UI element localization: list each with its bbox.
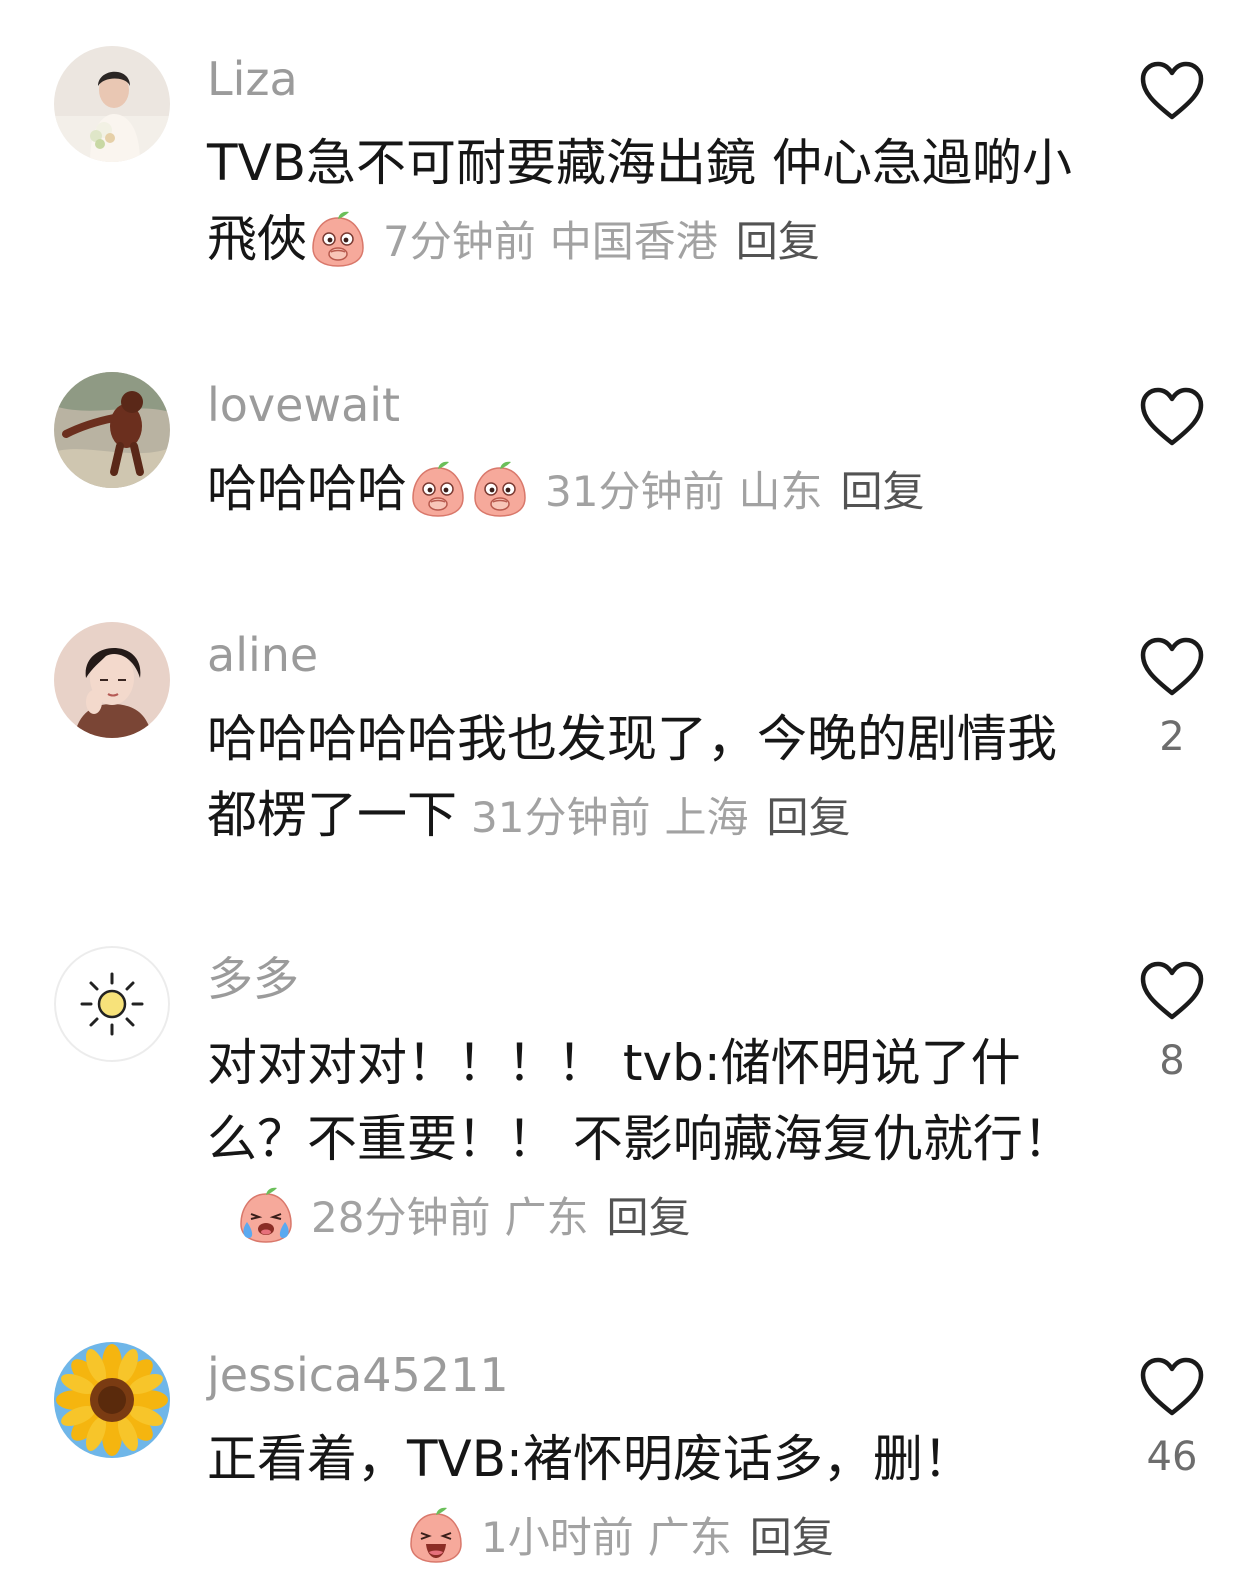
- peach-shocked-emoji: [309, 208, 367, 268]
- heart-outline-icon: [1139, 636, 1205, 698]
- illustrated-man-avatar[interactable]: [54, 622, 170, 738]
- comment-body: 哈哈哈哈 31分钟前 山东 回复: [207, 451, 1087, 530]
- comment-username[interactable]: Liza: [207, 50, 298, 108]
- comment-location: 广东: [647, 1513, 732, 1562]
- like-button[interactable]: 8: [1122, 960, 1222, 1090]
- comment-time: 1小时前: [481, 1513, 634, 1562]
- peach-crying-emoji: [237, 1184, 295, 1244]
- reply-button[interactable]: 回复: [840, 467, 924, 516]
- comment-location: 广东: [504, 1193, 589, 1242]
- sun-avatar[interactable]: [54, 946, 170, 1062]
- comment-username[interactable]: jessica45211: [207, 1346, 509, 1404]
- orangutan-avatar[interactable]: [54, 372, 170, 488]
- person-with-flowers-avatar[interactable]: [54, 46, 170, 162]
- sunflower-avatar[interactable]: [54, 1342, 170, 1458]
- comment-body: 对对对对！！！！ tvb:储怀明说了什么？不重要！！ 不影响藏海复仇就行！ 28分…: [207, 1025, 1087, 1256]
- comment-text: 对对对对！！！！ tvb:储怀明说了什么？不重要！！ 不影响藏海复仇就行！: [207, 1034, 1073, 1168]
- comment-time: 28分钟前: [311, 1193, 491, 1242]
- comment-body: 正看着，TVB:褚怀明废话多，删！ 1小时前 广东 回复: [207, 1421, 1087, 1576]
- reply-button[interactable]: 回复: [750, 1513, 834, 1562]
- comment-location: 山东: [738, 467, 823, 516]
- comment-body: TVB急不可耐要藏海出鏡 仲心急過啲小飛俠 7分钟前 中国香港 回复: [207, 125, 1087, 280]
- heart-outline-icon: [1139, 1356, 1205, 1418]
- reply-button[interactable]: 回复: [736, 217, 820, 266]
- comment-text: 正看着，TVB:褚怀明废话多，删！: [207, 1430, 973, 1488]
- comment-time: 31分钟前: [545, 467, 725, 516]
- heart-outline-icon: [1139, 960, 1205, 1022]
- like-button[interactable]: [1122, 60, 1222, 190]
- comment-username[interactable]: 多多: [207, 950, 299, 1008]
- comment-list-page: { "comments": [ { "username": "Liza", "t…: [0, 0, 1260, 1565]
- like-count: 2: [1159, 714, 1185, 760]
- comment-location: 中国香港: [549, 217, 718, 266]
- peach-shocked-emoji: [471, 458, 529, 518]
- like-button[interactable]: 46: [1122, 1356, 1222, 1486]
- heart-outline-icon: [1139, 60, 1205, 122]
- comment-text: 哈哈哈哈: [207, 460, 407, 518]
- heart-outline-icon: [1139, 386, 1205, 448]
- peach-laughing-emoji: [407, 1504, 465, 1564]
- comment-body: 哈哈哈哈哈我也发现了，今晚的剧情我都楞了一下 31分钟前 上海 回复: [207, 701, 1087, 856]
- reply-button[interactable]: 回复: [766, 793, 850, 842]
- comment-location: 上海: [664, 793, 749, 842]
- comment-username[interactable]: aline: [207, 626, 318, 684]
- comment-time: 7分钟前: [383, 217, 536, 266]
- comment-time: 31分钟前: [471, 793, 651, 842]
- comment-username[interactable]: lovewait: [207, 376, 400, 434]
- like-button[interactable]: 2: [1122, 636, 1222, 766]
- peach-shocked-emoji: [409, 458, 467, 518]
- like-count: 8: [1159, 1038, 1185, 1084]
- like-count: 46: [1146, 1434, 1198, 1480]
- like-button[interactable]: [1122, 386, 1222, 516]
- reply-button[interactable]: 回复: [606, 1193, 690, 1242]
